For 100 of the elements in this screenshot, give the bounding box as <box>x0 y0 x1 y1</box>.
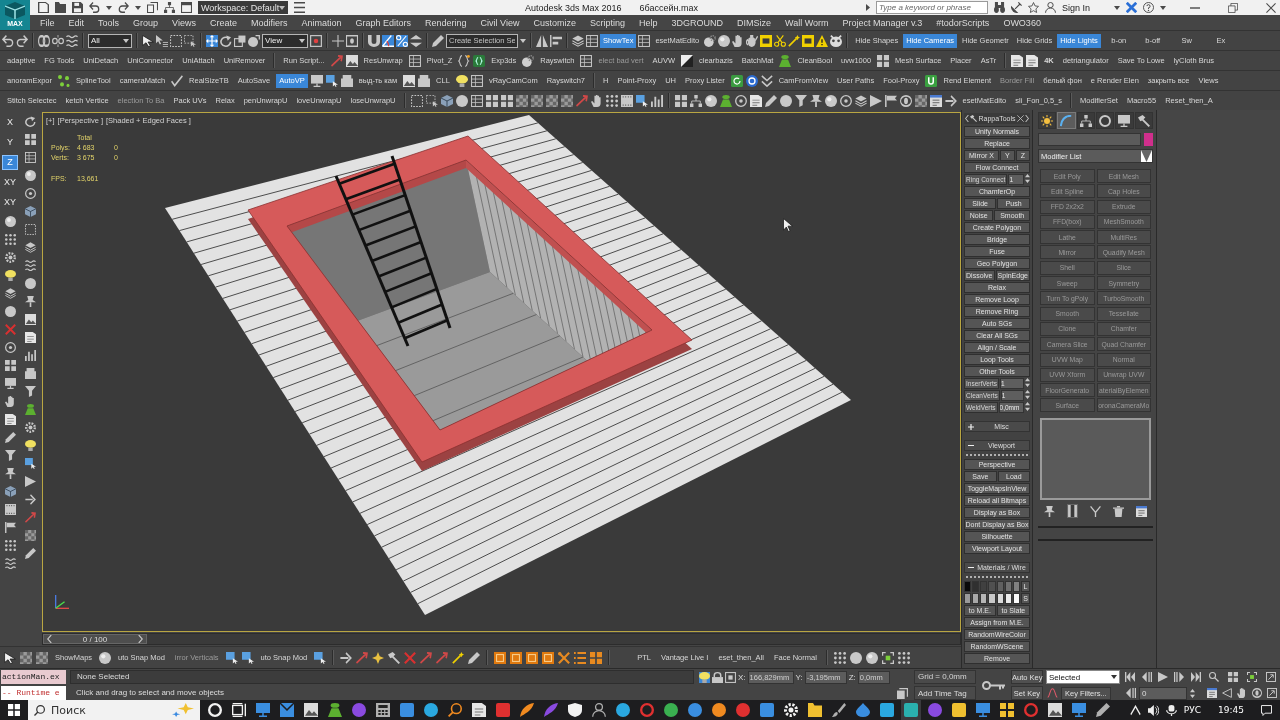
previous-frame-icon[interactable] <box>1126 688 1136 698</box>
grid-icon[interactable] <box>1000 703 1014 717</box>
paintbrush-icon[interactable] <box>832 703 846 717</box>
clock[interactable]: 19:45 <box>1218 705 1244 715</box>
chevron-left-icon[interactable] <box>47 635 52 643</box>
pencil-icon[interactable] <box>432 34 444 47</box>
menu-item[interactable]: Graph Editors <box>348 15 418 30</box>
tile-square-icon[interactable] <box>542 651 555 664</box>
arrow-right-icon[interactable] <box>944 94 957 107</box>
pawn-icon[interactable] <box>779 54 792 67</box>
menu-item[interactable]: Edit <box>61 15 92 30</box>
gear-icon[interactable] <box>24 422 36 433</box>
cube-icon[interactable] <box>24 206 36 217</box>
orbit-icon[interactable] <box>899 94 912 107</box>
sphere-icon[interactable] <box>4 216 16 227</box>
chevron-right-icon[interactable] <box>1024 115 1029 122</box>
menu-icon[interactable] <box>294 2 305 13</box>
sofa-icon[interactable] <box>418 74 431 87</box>
tile-square-icon[interactable] <box>526 651 539 664</box>
color-swatch[interactable] <box>988 593 996 604</box>
menu-item[interactable]: Project Manager v.3 <box>835 15 930 30</box>
hand-icon[interactable] <box>590 94 603 107</box>
checker-tile-icon[interactable] <box>530 94 543 107</box>
trash-can-icon[interactable] <box>1113 505 1124 517</box>
double-chevron-icon[interactable] <box>760 74 773 87</box>
tile-square-icon[interactable] <box>510 651 523 664</box>
disc-icon[interactable] <box>424 703 438 717</box>
window-list-icon[interactable] <box>929 94 942 107</box>
key-mode-dropdown[interactable]: Selected <box>1046 670 1120 684</box>
minus-icon[interactable] <box>968 444 974 447</box>
target-icon[interactable] <box>839 94 852 107</box>
caret-icon[interactable] <box>1111 675 1117 679</box>
list-icon[interactable] <box>574 651 587 664</box>
caret-icon[interactable] <box>279 5 286 10</box>
dot-icon[interactable] <box>4 306 16 317</box>
listener-input[interactable]: actionMan.ex <box>1 670 66 684</box>
target-icon[interactable] <box>24 188 36 199</box>
disc-icon[interactable] <box>352 703 366 717</box>
grid-icon[interactable] <box>674 94 687 107</box>
axis-constraint-button[interactable]: Z <box>3 156 17 169</box>
checker-tile-icon[interactable] <box>545 94 558 107</box>
chevron-right-icon[interactable] <box>138 635 143 643</box>
cursor-square-icon[interactable] <box>24 458 36 469</box>
menu-item[interactable]: 3DGROUND <box>664 15 730 30</box>
u-shape-tile-icon[interactable] <box>925 74 938 87</box>
restore-icon[interactable] <box>1228 2 1238 13</box>
cursor-icon[interactable] <box>4 651 16 664</box>
bracket-frame-icon[interactable] <box>1246 672 1257 682</box>
hierarchy-icon[interactable] <box>689 94 702 107</box>
monitor-icon[interactable] <box>310 74 323 87</box>
menu-item[interactable]: Group <box>126 15 166 30</box>
menu-item[interactable]: Create <box>202 15 244 30</box>
triangle-right-icon[interactable] <box>865 4 870 11</box>
document-icon[interactable] <box>749 94 762 107</box>
curly-braces-icon[interactable] <box>458 54 471 67</box>
disc-icon[interactable] <box>688 703 702 717</box>
plus-icon[interactable] <box>968 423 974 430</box>
picture-icon[interactable] <box>24 314 36 325</box>
pencil-icon[interactable] <box>1096 703 1110 717</box>
person-icon[interactable] <box>592 703 606 717</box>
dot-grid-icon[interactable] <box>833 651 846 664</box>
color-swatch[interactable] <box>1012 581 1020 592</box>
dot-grid-icon[interactable] <box>4 234 16 245</box>
note-square-icon[interactable] <box>802 34 815 47</box>
caret-icon[interactable] <box>1160 5 1166 10</box>
shield-icon[interactable] <box>568 703 582 717</box>
caret-icon[interactable] <box>520 38 526 43</box>
angle-arc-icon[interactable] <box>382 34 394 47</box>
spinner-arrows-icon[interactable] <box>1025 174 1030 183</box>
fork-icon[interactable] <box>1090 505 1101 517</box>
crossed-tools-icon[interactable] <box>558 651 571 664</box>
dot-grid-icon[interactable] <box>605 94 618 107</box>
language-indicator[interactable]: РУС <box>1183 705 1202 715</box>
search-bar[interactable]: Поиск <box>28 700 200 720</box>
table-grid-icon[interactable] <box>586 34 598 47</box>
disc-icon[interactable] <box>616 703 630 717</box>
disc-icon[interactable] <box>736 703 750 717</box>
folder-icon[interactable] <box>55 2 66 13</box>
dashed-square-icon[interactable] <box>170 34 182 47</box>
table-grid-icon[interactable] <box>470 74 483 87</box>
dot-grid-icon[interactable] <box>897 651 910 664</box>
tile-icon[interactable] <box>760 703 774 717</box>
play-icon[interactable] <box>24 476 36 487</box>
color-swatch[interactable] <box>980 581 988 592</box>
padlock-icon[interactable] <box>712 671 723 683</box>
window-list-icon[interactable] <box>1206 688 1217 698</box>
menu-item[interactable]: OWO360 <box>996 15 1048 30</box>
hammer-icon[interactable] <box>388 651 401 664</box>
window-icon[interactable] <box>181 2 192 13</box>
menu-item[interactable]: Modifiers <box>243 15 295 30</box>
menu-item[interactable]: Scripting <box>582 15 632 30</box>
bar-chart-icon[interactable] <box>650 94 663 107</box>
envelope-icon[interactable] <box>280 703 294 717</box>
pawn-icon[interactable] <box>328 703 342 717</box>
pin-icon[interactable] <box>4 468 16 479</box>
ring-dot-icon[interactable] <box>745 74 758 87</box>
dot-icon[interactable] <box>24 278 36 289</box>
tile-icon[interactable] <box>496 703 510 717</box>
grid-icon[interactable] <box>24 134 36 145</box>
tile-icon[interactable] <box>400 703 414 717</box>
